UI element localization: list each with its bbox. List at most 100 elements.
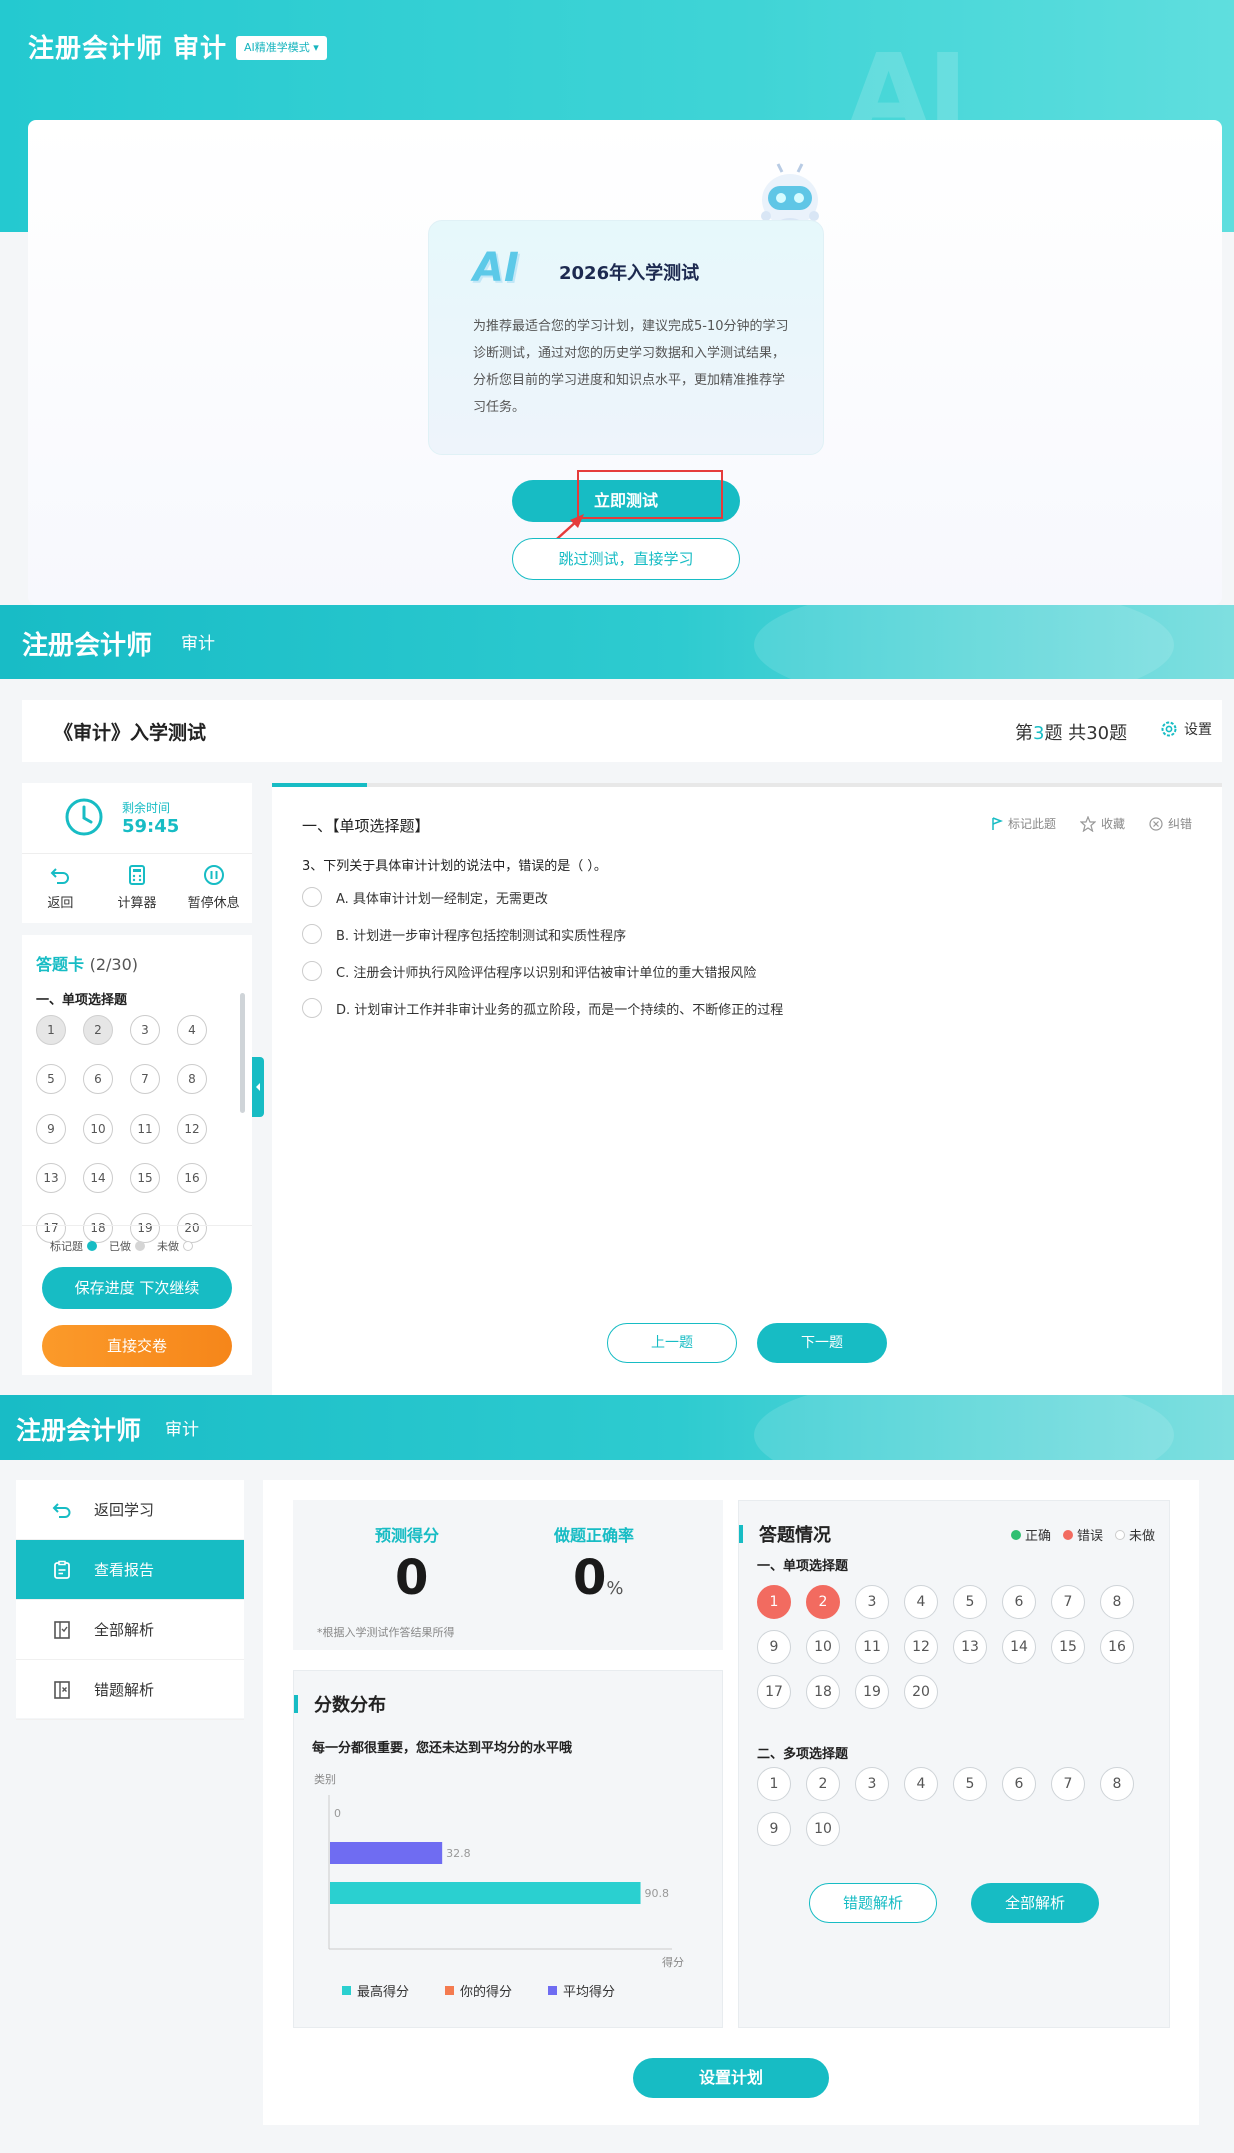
option-d[interactable]: D. 计划审计工作并非审计业务的孤立阶段，而是一个持续的、不断修正的过程	[302, 998, 783, 1018]
wrong-analysis-icon	[54, 1680, 70, 1699]
answer-status-number[interactable]: 4	[904, 1585, 938, 1619]
answer-card-number[interactable]: 12	[177, 1113, 207, 1144]
correct-dot-icon	[1010, 1529, 1021, 1540]
gear-icon	[1161, 721, 1177, 737]
answer-card-section: 一、单项选择题	[36, 993, 128, 1008]
option-c[interactable]: C. 注册会计师执行风险评估程序以识别和评估被审计单位的重大错报风险	[302, 961, 756, 981]
scrollbar[interactable]	[240, 993, 245, 1113]
menu-wrong-analysis[interactable]: 错题解析	[16, 1660, 244, 1720]
answer-status-number[interactable]: 7	[1051, 1585, 1085, 1619]
answer-card-number[interactable]: 9	[36, 1113, 66, 1144]
settings-button[interactable]: 设置	[1160, 719, 1212, 739]
answer-status-number[interactable]: 19	[855, 1675, 889, 1709]
single-choice-grid: 1 2 3 4 5 6 7 8 9 10 11 12 13 14 15 16 17 18 19 20	[757, 1585, 1134, 1709]
answer-card-number[interactable]: 2	[83, 1015, 113, 1045]
answer-status-number[interactable]: 13	[953, 1630, 987, 1664]
single-choice-section: 一、单项选择题	[757, 1559, 849, 1574]
close-circle-icon	[1149, 816, 1163, 831]
answer-status-number[interactable]: 17	[757, 1675, 791, 1709]
answer-card-number[interactable]: 7	[130, 1064, 160, 1095]
answer-card-number[interactable]: 14	[83, 1163, 113, 1194]
header-subject: 审计	[181, 634, 215, 654]
answer-status-number[interactable]: 1	[757, 1585, 791, 1619]
answer-status-number[interactable]: 3	[855, 1585, 889, 1619]
chart-bar-1	[330, 1842, 443, 1864]
answer-card-number[interactable]: 8	[177, 1064, 207, 1095]
answer-status-number[interactable]: 5	[953, 1585, 987, 1619]
answer-card-number[interactable]: 6	[83, 1064, 113, 1095]
pause-button[interactable]: 暂停休息	[175, 854, 252, 923]
answer-status-number[interactable]: 3	[855, 1767, 889, 1801]
answer-card-number[interactable]: 3	[130, 1015, 160, 1045]
answer-status-number[interactable]: 18	[806, 1675, 840, 1709]
star-icon	[1079, 815, 1096, 832]
menu-return-study[interactable]: 返回学习	[16, 1480, 244, 1540]
mode-dropdown[interactable]: AI精准学模式 ▾	[236, 36, 327, 60]
answer-status-number[interactable]: 11	[855, 1630, 889, 1664]
answer-status-number[interactable]: 8	[1100, 1585, 1134, 1619]
answer-status-number[interactable]: 8	[1100, 1767, 1134, 1801]
answer-status-number[interactable]: 9	[757, 1630, 791, 1664]
mark-question-button[interactable]: 标记此题	[991, 815, 1056, 832]
answer-status-number[interactable]: 6	[1002, 1767, 1036, 1801]
answer-status-number[interactable]: 10	[806, 1630, 840, 1664]
wrong-dot-icon	[1062, 1529, 1073, 1540]
menu-view-report[interactable]: 查看报告	[16, 1540, 244, 1600]
answer-status-number[interactable]: 6	[1002, 1585, 1036, 1619]
prev-question-button[interactable]: 上一题	[607, 1323, 737, 1363]
answer-card-number[interactable]: 10	[83, 1113, 113, 1144]
answer-status-number[interactable]: 4	[904, 1767, 938, 1801]
answer-card-number[interactable]: 1	[36, 1015, 66, 1045]
answer-status-number[interactable]: 16	[1100, 1630, 1134, 1664]
header-title: 注册会计师	[22, 631, 153, 661]
intro-card: AI 2026年入学测试 为推荐最适合您的学习计划，建议完成5-10分钟的学习诊…	[28, 120, 1222, 605]
answer-card-number[interactable]: 15	[130, 1163, 160, 1194]
undone-dot-icon	[1114, 1529, 1125, 1540]
submit-button[interactable]: 直接交卷	[42, 1325, 232, 1367]
test-screen: 注册会计师 审计 《审计》入学测试 第3题 共30题 设置 剩余时间 59:45…	[0, 605, 1234, 1395]
option-b[interactable]: B. 计划进一步审计程序包括控制测试和实质性程序	[302, 924, 626, 944]
answer-status-number[interactable]: 2	[806, 1585, 840, 1619]
answer-status-number[interactable]: 15	[1051, 1630, 1085, 1664]
done-dot-icon	[135, 1240, 145, 1251]
answer-card-number[interactable]: 5	[36, 1064, 66, 1095]
answer-status-number[interactable]: 10	[806, 1812, 840, 1846]
answer-status-number[interactable]: 9	[757, 1812, 791, 1846]
answer-card-number[interactable]: 16	[177, 1163, 207, 1194]
option-a[interactable]: A. 具体审计计划一经制定，无需更改	[302, 887, 548, 907]
page-title: 注册会计师 审计	[28, 34, 228, 64]
answer-status-number[interactable]: 7	[1051, 1767, 1085, 1801]
answer-status-number[interactable]: 5	[953, 1767, 987, 1801]
settings-label: 设置	[1184, 722, 1212, 738]
question-actions: 标记此题 收藏 纠错	[991, 815, 1192, 832]
wrong-analysis-button[interactable]: 错题解析	[809, 1883, 937, 1923]
report-icon	[54, 1560, 70, 1579]
answer-card-number[interactable]: 13	[36, 1163, 66, 1194]
intro-title: 2026年入学测试	[559, 263, 700, 284]
report-error-button[interactable]: 纠错	[1149, 815, 1192, 832]
answer-status-number[interactable]: 12	[904, 1630, 938, 1664]
answer-card-number[interactable]: 11	[130, 1113, 160, 1144]
skip-test-button[interactable]: 跳过测试，直接学习	[512, 538, 740, 580]
chart-legend-item: 最高得分	[342, 1981, 409, 2000]
answer-card-title: 答题卡 (2/30)	[36, 955, 139, 974]
favorite-button[interactable]: 收藏	[1079, 815, 1125, 832]
menu-all-analysis[interactable]: 全部解析	[16, 1600, 244, 1660]
answer-status-number[interactable]: 2	[806, 1767, 840, 1801]
save-progress-button[interactable]: 保存进度 下次继续	[42, 1267, 232, 1309]
legend-swatch-icon	[548, 1986, 558, 1995]
all-analysis-button[interactable]: 全部解析	[971, 1883, 1099, 1923]
answer-card-number[interactable]: 4	[177, 1015, 207, 1045]
answer-status-number[interactable]: 14	[1002, 1630, 1036, 1664]
chart-value-label-2: 90.8	[645, 1887, 670, 1900]
ai-logo-icon: AI	[473, 245, 519, 291]
set-plan-button[interactable]: 设置计划	[633, 2058, 829, 2098]
answer-status-number[interactable]: 1	[757, 1767, 791, 1801]
next-question-button[interactable]: 下一题	[757, 1323, 887, 1363]
answer-status-number[interactable]: 20	[904, 1675, 938, 1709]
back-button[interactable]: 返回	[22, 854, 99, 923]
collapse-toggle[interactable]	[252, 1057, 264, 1117]
test-title: 《审计》入学测试	[54, 722, 207, 744]
chart-ylabel: 类别	[314, 1772, 336, 1786]
calculator-button[interactable]: 计算器	[99, 854, 176, 923]
